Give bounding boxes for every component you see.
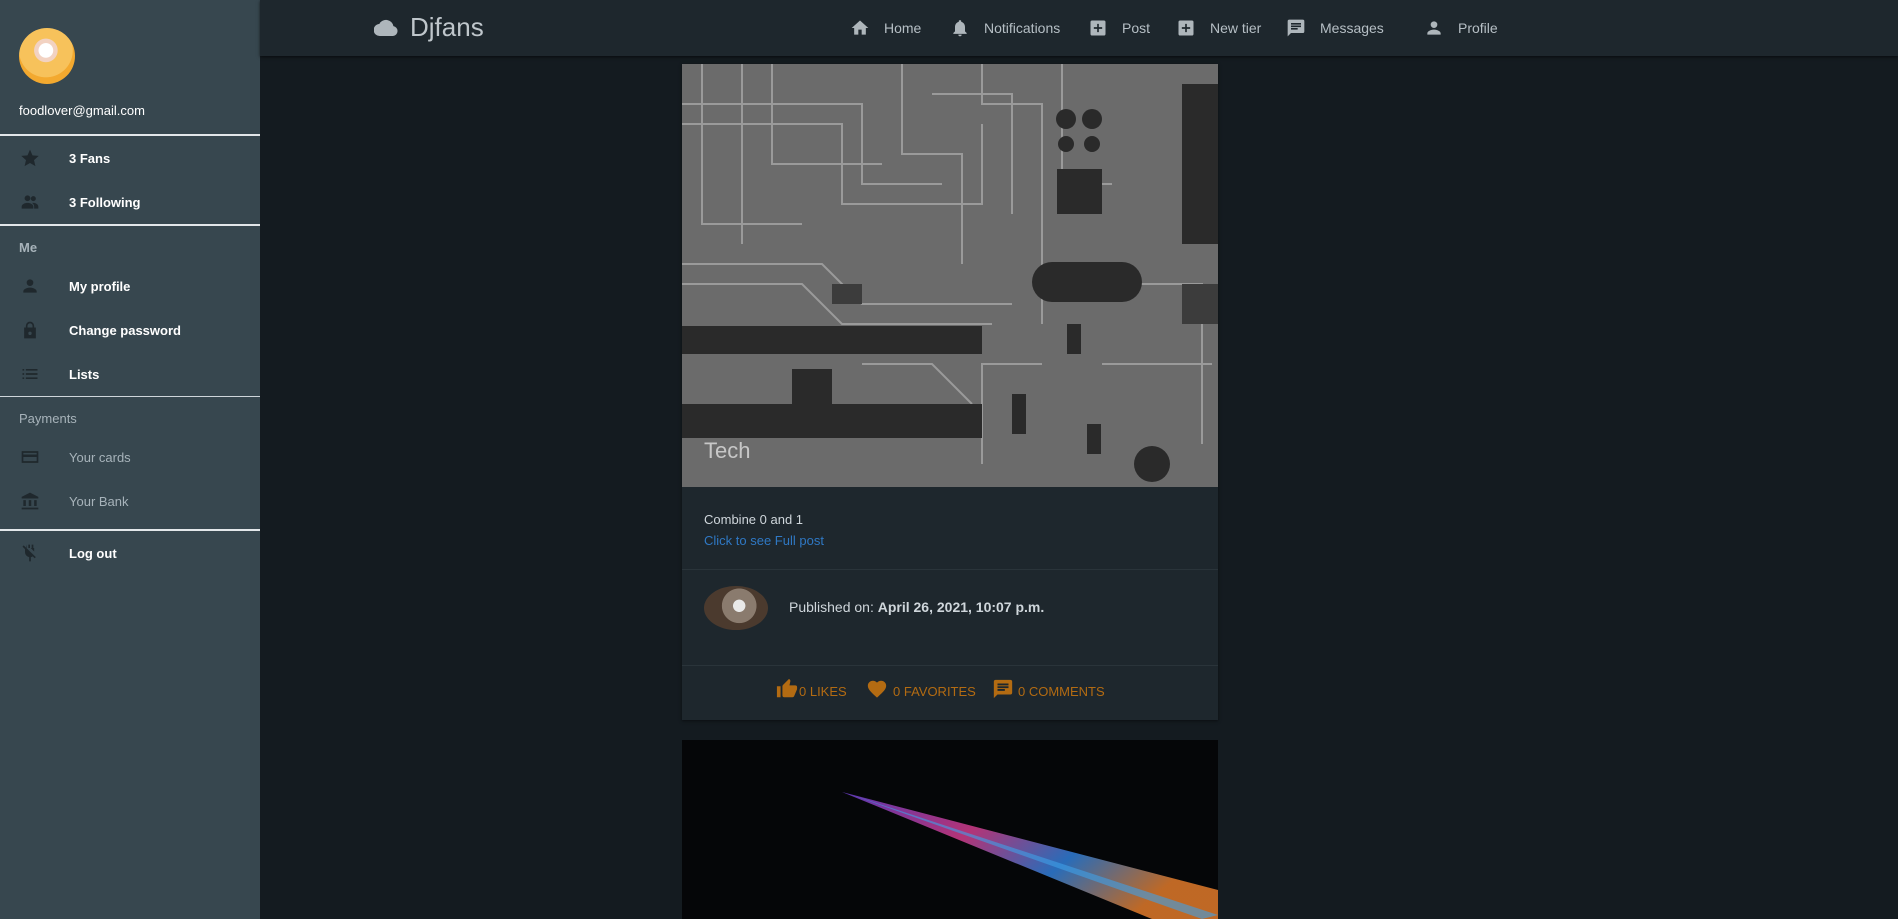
people-icon: [21, 195, 39, 209]
published-prefix: Published on:: [789, 599, 874, 615]
post-card-preview[interactable]: [682, 740, 1218, 919]
section-heading-label: Me: [19, 240, 38, 255]
favorite-button[interactable]: 0 FAVORITES: [866, 678, 976, 700]
divider: [682, 665, 1218, 666]
lock-icon: [24, 321, 36, 339]
person-icon: [23, 279, 37, 293]
avatar[interactable]: [19, 28, 75, 84]
sidebar-user: foodlover@gmail.com: [0, 0, 260, 134]
nav-label: Profile: [1458, 20, 1498, 36]
nav-messages[interactable]: Messages: [1286, 16, 1384, 40]
post-image[interactable]: Tech: [682, 64, 1218, 487]
likes-count: 0 LIKES: [799, 684, 847, 699]
circuit-board-image: [682, 64, 1218, 487]
nav-label: Post: [1122, 20, 1151, 36]
list-icon: [22, 369, 38, 379]
sidebar-item-fans[interactable]: 3 Fans: [0, 136, 260, 180]
brand-logo[interactable]: Djfans: [374, 12, 484, 43]
post-actions: 0 LIKES 0 FAVORITES 0 COMMENTS: [682, 678, 1218, 708]
nav-label: Messages: [1320, 20, 1384, 36]
bank-icon: [21, 492, 39, 510]
sidebar-item-label: Log out: [69, 545, 117, 561]
nav-notifications[interactable]: Notifications: [950, 16, 1060, 40]
favorites-count: 0 FAVORITES: [893, 684, 976, 699]
sidebar-item-label: Change password: [69, 322, 181, 338]
nav-post[interactable]: Post: [1088, 16, 1150, 40]
sidebar: foodlover@gmail.com 3 Fans 3 Following M…: [0, 0, 260, 919]
sidebar-item-your-bank[interactable]: Your Bank: [0, 479, 260, 523]
sidebar-item-label: Your cards: [69, 449, 131, 465]
sidebar-item-my-profile[interactable]: My profile: [0, 264, 260, 308]
brand-name: Djfans: [410, 12, 484, 42]
card-icon: [21, 451, 39, 463]
sidebar-item-following[interactable]: 3 Following: [0, 180, 260, 224]
plus-box-icon: [1090, 20, 1106, 36]
section-heading-label: Payments: [19, 411, 77, 426]
divider: [682, 569, 1218, 570]
cloud-icon: [374, 19, 398, 36]
comment-icon: [993, 679, 1013, 699]
post-body: Combine 0 and 1 Click to see Full post: [704, 512, 824, 548]
heart-icon: [867, 680, 887, 698]
sidebar-item-label: 3 Following: [69, 194, 141, 210]
plug-off-icon: [22, 544, 36, 562]
thumbs-up-icon: [776, 678, 798, 698]
user-email: foodlover@gmail.com: [19, 103, 145, 118]
author-avatar[interactable]: [704, 586, 768, 630]
post-card: Tech Combine 0 and 1 Click to see Full p…: [682, 64, 1218, 720]
sidebar-item-your-cards[interactable]: Your cards: [0, 435, 260, 479]
published-info: Published on: April 26, 2021, 10:07 p.m.: [789, 599, 1044, 615]
bell-icon: [953, 20, 967, 37]
published-date: April 26, 2021, 10:07 p.m.: [877, 599, 1045, 615]
section-heading-me: Me: [0, 226, 260, 264]
comments-count: 0 COMMENTS: [1018, 684, 1105, 699]
chat-icon: [1287, 19, 1305, 37]
sidebar-item-label: Lists: [69, 366, 100, 382]
plus-box-icon: [1178, 20, 1194, 36]
post-image: [842, 792, 1218, 919]
sidebar-item-logout[interactable]: Log out: [0, 531, 260, 575]
star-icon: [21, 149, 39, 167]
post-excerpt: Combine 0 and 1: [704, 512, 804, 527]
nav-profile[interactable]: Profile: [1424, 16, 1498, 40]
full-post-link[interactable]: Click to see Full post: [704, 533, 824, 548]
section-heading-payments: Payments: [0, 397, 260, 435]
nav-label: Home: [884, 20, 922, 36]
sidebar-item-change-password[interactable]: Change password: [0, 308, 260, 352]
home-icon: [851, 20, 869, 35]
sidebar-item-label: My profile: [69, 278, 131, 294]
like-button[interactable]: 0 LIKES: [776, 678, 847, 700]
post-category: Tech: [704, 438, 751, 463]
sidebar-item-label: 3 Fans: [69, 150, 111, 166]
person-icon: [1427, 21, 1441, 35]
nav-label: New tier: [1210, 20, 1262, 36]
nav-home[interactable]: Home: [850, 16, 921, 40]
sidebar-item-lists[interactable]: Lists: [0, 352, 260, 396]
nav-new-tier[interactable]: New tier: [1176, 16, 1261, 40]
comment-button[interactable]: 0 COMMENTS: [992, 678, 1105, 700]
sidebar-item-label: Your Bank: [69, 493, 129, 509]
nav-label: Notifications: [984, 20, 1061, 36]
top-navbar: Djfans Home Notifications Post New tier …: [260, 0, 1898, 56]
